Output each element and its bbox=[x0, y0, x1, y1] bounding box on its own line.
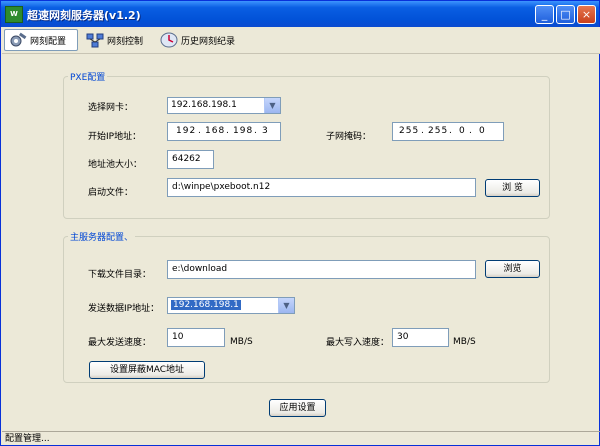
start-ip-field[interactable]: 192 . 168 . 198 . 3 bbox=[167, 122, 281, 141]
apply-settings-button[interactable]: 应用设置 bbox=[269, 399, 326, 417]
boot-file-field[interactable]: d:\winpe\pxeboot.n12 bbox=[167, 178, 476, 197]
tab-history-label: 历史网刻纪录 bbox=[181, 36, 236, 47]
max-send-label: 最大发送速度： bbox=[88, 338, 152, 348]
minimize-button[interactable]: _ bbox=[535, 5, 554, 24]
nic-label: 选择网卡： bbox=[88, 103, 134, 113]
boot-browse-button[interactable]: 浏 览 bbox=[485, 179, 540, 197]
max-write-field[interactable]: 30 bbox=[392, 328, 449, 347]
pool-size-field[interactable]: 64262 bbox=[167, 150, 214, 169]
gear-icon bbox=[9, 32, 27, 48]
set-mac-button[interactable]: 设置屏蔽MAC地址 bbox=[89, 361, 205, 379]
send-ip-select[interactable]: 192.168.198.1 ▼ bbox=[167, 297, 295, 314]
subnet-octet-4: 0 bbox=[479, 126, 486, 136]
subnet-label: 子网掩码： bbox=[326, 132, 372, 142]
window-title: 超速网刻服务器(v1.2) bbox=[27, 9, 141, 22]
maximize-button[interactable]: □ bbox=[556, 5, 575, 24]
server-group-legend: 主服务器配置、 bbox=[70, 233, 134, 243]
tab-control-label: 网刻控制 bbox=[107, 36, 144, 47]
send-ip-label: 发送数据IP地址： bbox=[88, 304, 160, 314]
history-icon bbox=[160, 32, 178, 48]
title-bar[interactable]: W 超速网刻服务器(v1.2) _ □ × bbox=[1, 1, 599, 27]
subnet-field[interactable]: 255 . 255 . 0 . 0 bbox=[392, 122, 504, 141]
status-bar: 配置管理... bbox=[2, 431, 600, 446]
chevron-down-icon[interactable]: ▼ bbox=[278, 298, 294, 313]
start-ip-octet-1: 192 bbox=[176, 126, 197, 136]
chevron-down-icon[interactable]: ▼ bbox=[264, 98, 280, 113]
app-window: W 超速网刻服务器(v1.2) _ □ × 网刻配置 网刻控制 历史网刻纪录 P… bbox=[0, 0, 600, 446]
toolbar: 网刻配置 网刻控制 历史网刻纪录 bbox=[2, 27, 600, 54]
app-logo-icon: W bbox=[5, 6, 23, 23]
start-ip-octet-2: 168 bbox=[205, 126, 226, 136]
pool-size-label: 地址池大小： bbox=[88, 160, 143, 170]
pxe-group-legend: PXE配置 bbox=[70, 73, 106, 83]
send-ip-select-value: 192.168.198.1 bbox=[171, 300, 241, 310]
max-send-unit: MB/S bbox=[230, 337, 253, 347]
max-write-label: 最大写入速度： bbox=[326, 338, 390, 348]
boot-file-label: 启动文件： bbox=[88, 188, 134, 198]
start-ip-octet-4: 3 bbox=[262, 126, 269, 136]
tab-history[interactable]: 历史网刻纪录 bbox=[156, 29, 246, 51]
subnet-octet-2: 255 bbox=[428, 126, 449, 136]
nic-select[interactable]: 192.168.198.1 ▼ bbox=[167, 97, 281, 114]
download-browse-button[interactable]: 浏览 bbox=[485, 260, 540, 278]
max-write-unit: MB/S bbox=[453, 337, 476, 347]
tab-config[interactable]: 网刻配置 bbox=[4, 29, 78, 51]
close-button[interactable]: × bbox=[577, 5, 596, 24]
download-dir-field[interactable]: e:\download bbox=[167, 260, 476, 279]
download-dir-label: 下载文件目录： bbox=[88, 270, 152, 280]
max-send-field[interactable]: 10 bbox=[167, 328, 225, 347]
start-ip-label: 开始IP地址： bbox=[88, 132, 142, 142]
tab-config-label: 网刻配置 bbox=[30, 36, 67, 47]
nic-select-value: 192.168.198.1 bbox=[171, 100, 237, 110]
subnet-octet-3: 0 bbox=[459, 126, 466, 136]
start-ip-octet-3: 198 bbox=[233, 126, 254, 136]
tab-control[interactable]: 网刻控制 bbox=[82, 29, 152, 51]
network-icon bbox=[86, 32, 104, 48]
subnet-octet-1: 255 bbox=[399, 126, 420, 136]
